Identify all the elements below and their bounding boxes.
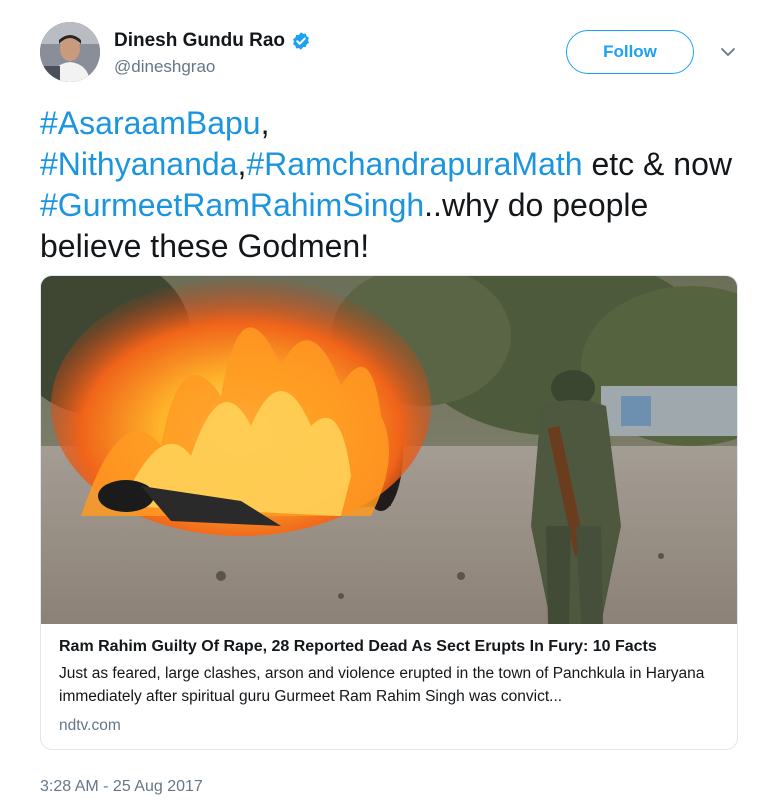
hashtag-link[interactable]: #AsaraamBapu	[40, 105, 261, 141]
card-description: Just as feared, large clashes, arson and…	[59, 665, 705, 705]
card-body: Ram Rahim Guilty Of Rape, 28 Reported De…	[59, 636, 724, 735]
hashtag-link[interactable]: #RamchandrapuraMath	[246, 146, 582, 182]
follow-button[interactable]: Follow	[566, 30, 694, 74]
author-block: Dinesh Gundu Rao @dineshgrao	[114, 28, 311, 77]
card-title[interactable]: Ram Rahim Guilty Of Rape, 28 Reported De…	[59, 636, 724, 658]
hashtag-link[interactable]: #Nithyananda	[40, 146, 237, 182]
link-card[interactable]: Ram Rahim Guilty Of Rape, 28 Reported De…	[40, 275, 738, 750]
tweet-text-segment: ,	[260, 105, 270, 141]
chevron-down-icon[interactable]	[720, 46, 736, 58]
card-domain: ndtv.com	[59, 717, 121, 734]
tweet-timestamp[interactable]: 3:28 AM - 25 Aug 2017	[40, 778, 203, 796]
card-image[interactable]	[41, 276, 738, 624]
verified-badge-icon	[293, 32, 309, 50]
tweet-text: #AsaraamBapu, #Nithyananda,#Ramchandrapu…	[40, 103, 740, 267]
avatar[interactable]	[40, 22, 100, 82]
author-name[interactable]: Dinesh Gundu Rao	[114, 30, 285, 52]
hashtag-link[interactable]: #GurmeetRamRahimSingh	[40, 187, 424, 223]
tweet-header: Dinesh Gundu Rao @dineshgrao Follow	[40, 22, 740, 86]
tweet-text-segment: etc & now	[582, 146, 732, 182]
author-handle[interactable]: @dineshgrao	[114, 57, 311, 77]
